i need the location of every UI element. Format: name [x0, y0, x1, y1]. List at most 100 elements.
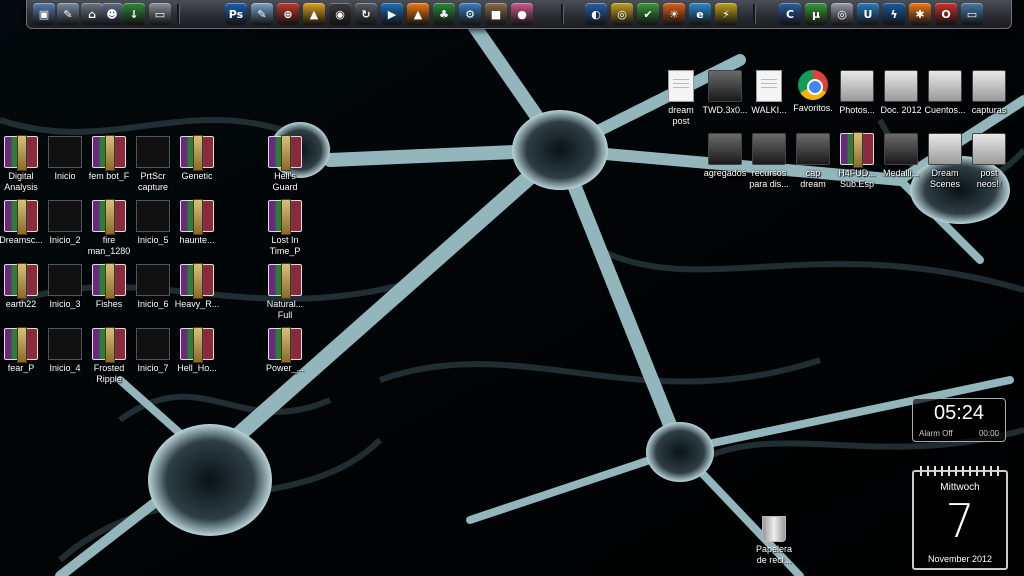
- icon-hell-ho[interactable]: Hell_Ho...: [172, 327, 222, 374]
- desktop-icon-label: Inicio_7: [137, 363, 169, 373]
- icon-fire-man[interactable]: fire man_1280: [84, 199, 134, 257]
- winrar-archive-icon: [180, 135, 214, 171]
- winrar-archive-icon: [92, 135, 126, 171]
- desktop-icon-label: H4FUD... Sub.Esp: [838, 168, 876, 189]
- desktop-icon-label: PrtScr capture: [137, 171, 169, 192]
- media-center-icon[interactable]: ⊕: [277, 3, 299, 25]
- icon-inicio-5[interactable]: Inicio_5: [128, 200, 178, 246]
- user-icon[interactable]: ☻: [101, 3, 123, 25]
- icon-fem-bot[interactable]: fem bot_F: [84, 135, 134, 182]
- desktop-icon-label: fire man_1280: [87, 235, 131, 256]
- chrome-icon[interactable]: ◎: [611, 3, 633, 25]
- icon-inicio-7[interactable]: Inicio_7: [128, 328, 178, 374]
- icon-medallion[interactable]: Medalli...: [876, 133, 926, 179]
- avast-icon[interactable]: ✱: [909, 3, 931, 25]
- icon-natural-full[interactable]: Natural... Full: [260, 263, 310, 321]
- mushroom-icon[interactable]: ●: [511, 3, 533, 25]
- alarm-status[interactable]: Alarm Off: [919, 429, 953, 438]
- winrar-archive-icon: [180, 327, 214, 363]
- refresh-icon[interactable]: ↻: [355, 3, 377, 25]
- icon-power[interactable]: Power_...: [260, 327, 310, 374]
- desktop-icon-label: dream post: [668, 105, 694, 126]
- notepad-icon[interactable]: ✎: [251, 3, 273, 25]
- image-thumbnail-icon: [136, 200, 170, 232]
- icon-inicio-4[interactable]: Inicio_4: [40, 328, 90, 374]
- clock-gadget[interactable]: 05:24 Alarm Off 00:00: [912, 398, 1006, 442]
- vlc-icon[interactable]: ▲: [407, 3, 429, 25]
- aimp-icon[interactable]: ▲: [303, 3, 325, 25]
- frog-icon[interactable]: ♣: [433, 3, 455, 25]
- desktop-icon-label: capturas: [971, 105, 1007, 115]
- utorrent-icon[interactable]: µ: [805, 3, 827, 25]
- settings-icon[interactable]: ⚙: [459, 3, 481, 25]
- drive-icon[interactable]: ▭: [149, 3, 171, 25]
- chrome-icon: [798, 70, 828, 100]
- recycle-bin-icon[interactable]: Papelera de reci...: [752, 516, 796, 566]
- icon-capturas[interactable]: capturas: [964, 70, 1014, 116]
- folder-icon: [928, 70, 962, 102]
- icon-walking[interactable]: WALKI...: [744, 70, 794, 116]
- icon-lost-in-time[interactable]: Lost In Time_P: [260, 199, 310, 257]
- lightning-icon[interactable]: ϟ: [883, 3, 905, 25]
- icon-photos[interactable]: Photos...: [832, 70, 882, 116]
- trash-icon: [762, 516, 786, 542]
- desktop-icon-label: Frosted Ripple: [93, 363, 125, 384]
- photoshop-icon[interactable]: Ps: [225, 3, 247, 25]
- icon-agregados[interactable]: agregados: [700, 133, 750, 179]
- icon-inicio[interactable]: Inicio: [40, 136, 90, 182]
- icon-hells-guard[interactable]: Hell's Guard: [260, 135, 310, 193]
- icon-recursos[interactable]: recursos para dis...: [744, 133, 794, 190]
- icon-doc-2012[interactable]: Doc. 2012: [876, 70, 926, 116]
- folder-icon: [884, 133, 918, 165]
- icon-favoritos[interactable]: Favoritos.: [788, 70, 838, 114]
- disc-icon[interactable]: ◎: [831, 3, 853, 25]
- icon-inicio-3[interactable]: Inicio_3: [40, 264, 90, 310]
- eye-icon[interactable]: ◉: [329, 3, 351, 25]
- icon-prtscr-capture[interactable]: PrtScr capture: [128, 136, 178, 193]
- top-dock: ▣ ✎ ⌂ ☻ ↓ ▭ Ps ✎ ⊕ ▲ ◉ ↻ ▶ ▲ ♣ ⚙ ■ ● ◐ ◎ ✔ ☀ e ⚡ Cµ ◎ Uϟ ✱ O ▭: [26, 0, 1012, 29]
- image-thumbnail-icon: [136, 136, 170, 168]
- box-icon[interactable]: ■: [485, 3, 507, 25]
- icon-cap-dream[interactable]: cap dream: [788, 133, 838, 190]
- image-thumbnail-icon: [48, 264, 82, 296]
- google-earth-icon[interactable]: ◐: [585, 3, 607, 25]
- image-thumbnail-icon: [136, 264, 170, 296]
- winamp-icon[interactable]: ⚡: [715, 3, 737, 25]
- ccleaner-icon[interactable]: C: [779, 3, 801, 25]
- icon-heavy-r[interactable]: Heavy_R...: [172, 263, 222, 310]
- icon-cuentos[interactable]: Cuentos...: [920, 70, 970, 116]
- folder-icon: [796, 133, 830, 165]
- icon-inicio-6[interactable]: Inicio_6: [128, 264, 178, 310]
- desktop-icon-label: Hell_Ho...: [177, 363, 217, 373]
- desktop-icon-label: Inicio_6: [137, 299, 169, 309]
- desktop-icon-label: Inicio_4: [49, 363, 81, 373]
- icon-fishes[interactable]: Fishes: [84, 263, 134, 310]
- desktop-icon-label: Photos...: [839, 105, 875, 115]
- icon-twd[interactable]: TWD.3x0...: [700, 70, 750, 116]
- icon-genetic[interactable]: Genetic: [172, 135, 222, 182]
- monitor-icon[interactable]: ▭: [961, 3, 983, 25]
- play-icon[interactable]: ▶: [381, 3, 403, 25]
- desktop-icon-label: Favoritos.: [793, 103, 833, 113]
- firefox-icon[interactable]: ☀: [663, 3, 685, 25]
- opera-icon[interactable]: O: [935, 3, 957, 25]
- ultraiso-icon[interactable]: U: [857, 3, 879, 25]
- icon-post-neos[interactable]: post neos!!: [964, 133, 1014, 190]
- network-icon[interactable]: ⌂: [81, 3, 103, 25]
- winrar-archive-icon: [92, 263, 126, 299]
- bookmark-icon[interactable]: ✔: [637, 3, 659, 25]
- icon-inicio-2[interactable]: Inicio_2: [40, 200, 90, 246]
- icon-haunted[interactable]: haunte...: [172, 199, 222, 246]
- icon-dream-post[interactable]: dream post: [656, 70, 706, 127]
- desktop-icon-label: Dream Scenes: [929, 168, 961, 189]
- desktop-icon-label: Inicio_2: [49, 235, 81, 245]
- computer-icon[interactable]: ▣: [33, 3, 55, 25]
- icon-h4fud[interactable]: H4FUD... Sub.Esp: [832, 132, 882, 190]
- icon-dream-scenes[interactable]: Dream Scenes: [920, 133, 970, 190]
- internet-explorer-icon[interactable]: e: [689, 3, 711, 25]
- calendar-month-year: November 2012: [927, 554, 993, 564]
- download-icon[interactable]: ↓: [123, 3, 145, 25]
- calendar-gadget[interactable]: Mittwoch 7 November 2012: [912, 466, 1008, 570]
- notes-icon[interactable]: ✎: [57, 3, 79, 25]
- icon-frosted-ripple[interactable]: Frosted Ripple: [84, 327, 134, 385]
